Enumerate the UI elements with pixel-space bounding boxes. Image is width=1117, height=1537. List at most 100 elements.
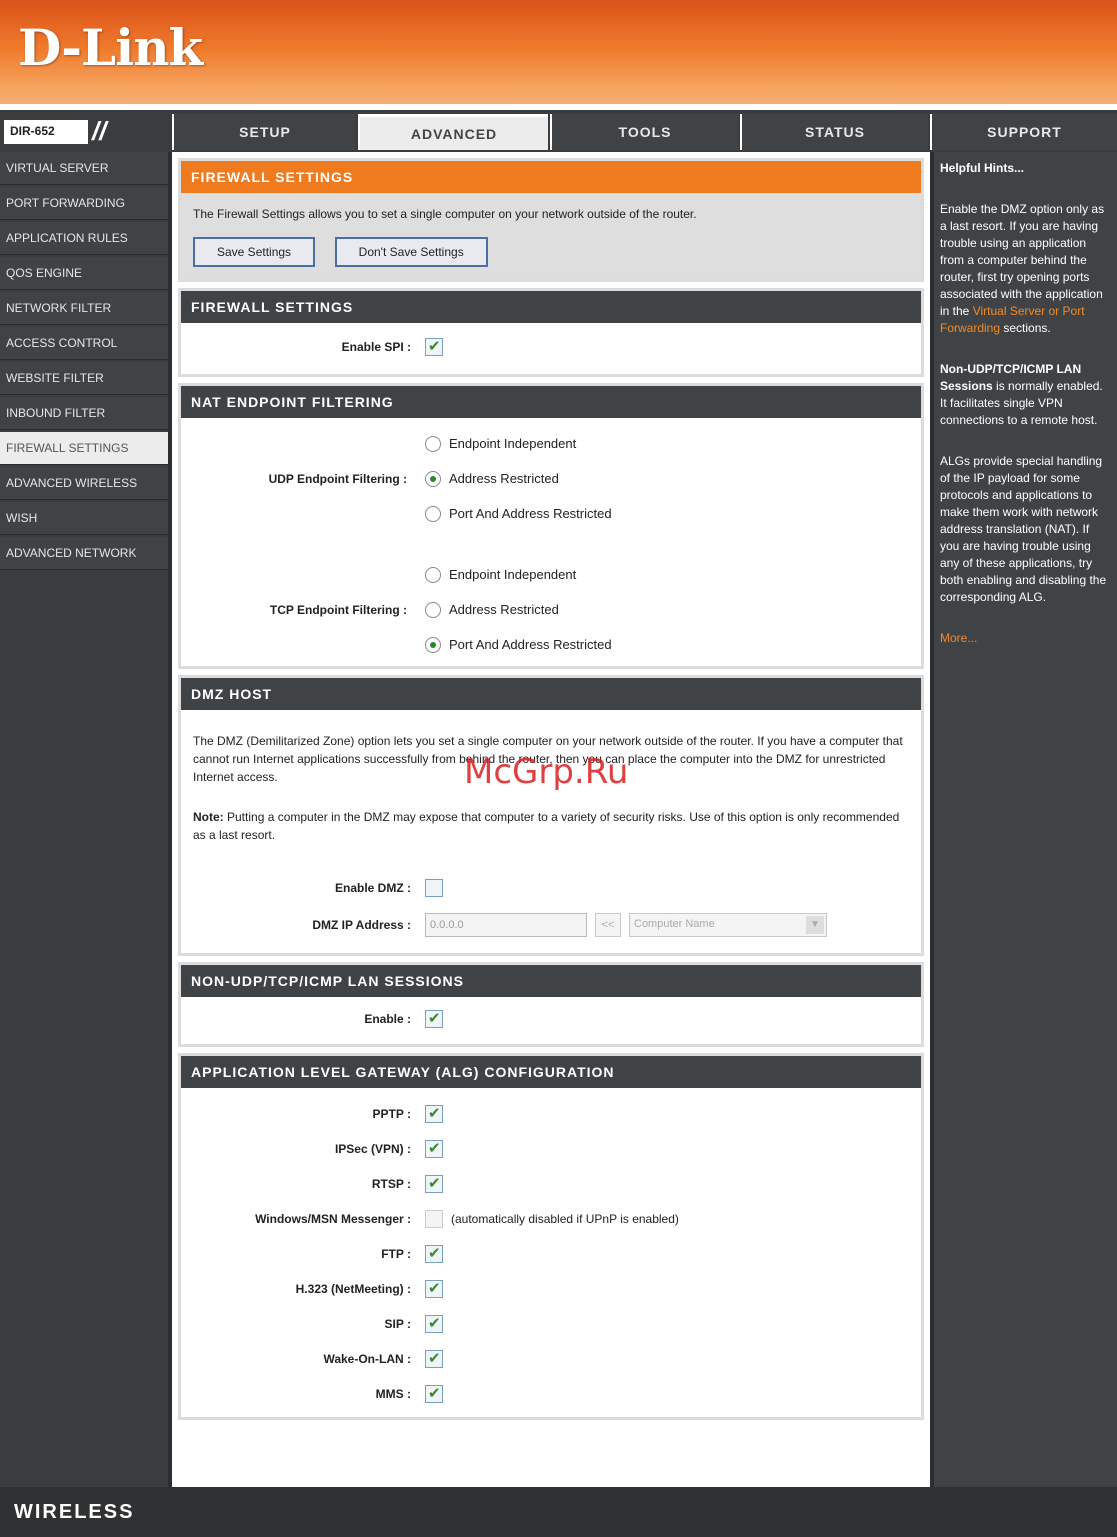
menu-item-wish[interactable]: WISH — [0, 502, 168, 535]
intro-text: The Firewall Settings allows you to set … — [193, 207, 697, 221]
menu-item-access-control[interactable]: ACCESS CONTROL — [0, 327, 168, 360]
alg-checkbox-wol[interactable] — [425, 1349, 443, 1368]
firewall-section: FIREWALL SETTINGS Enable SPI : — [178, 288, 924, 377]
menu-item-advanced-network[interactable]: ADVANCED NETWORK — [0, 537, 168, 570]
radio-icon[interactable] — [425, 435, 441, 452]
dont-save-settings-button[interactable]: Don't Save Settings — [334, 237, 488, 267]
alg-checkbox-rtsp[interactable] — [425, 1174, 443, 1193]
model-slash-icon: // — [92, 116, 107, 146]
alg-row-rtsp: RTSP : — [181, 1166, 921, 1201]
tab-setup[interactable]: SETUP — [172, 114, 356, 150]
dmz-ip-row: DMZ IP Address : << Computer Name▼ — [181, 905, 921, 945]
enable-dmz-label: Enable DMZ : — [334, 880, 411, 895]
menu-item-advanced-wireless[interactable]: ADVANCED WIRELESS — [0, 467, 168, 500]
radio-selected-icon[interactable] — [425, 470, 441, 487]
hints-alg: ALGs provide special handling of the IP … — [940, 454, 1107, 604]
save-settings-button[interactable]: Save Settings — [193, 237, 316, 267]
computer-name-select[interactable]: Computer Name ▼ — [629, 913, 827, 937]
menu-item-firewall-settings[interactable]: FIREWALL SETTINGS — [0, 432, 168, 465]
tab-status[interactable]: STATUS — [740, 114, 928, 150]
model-box: DIR-652 // — [0, 114, 168, 150]
lan-sessions-section: NON-UDP/TCP/ICMP LAN SESSIONS Enable : — [178, 962, 924, 1047]
udp-filtering-group: UDP Endpoint Filtering : Endpoint Indepe… — [181, 426, 921, 531]
intro-section: FIREWALL SETTINGS The Firewall Settings … — [178, 158, 924, 282]
spi-label: Enable SPI : — [341, 339, 411, 354]
tcp-filtering-group: TCP Endpoint Filtering : Endpoint Indepe… — [181, 557, 921, 662]
lan-sessions-title: NON-UDP/TCP/ICMP LAN SESSIONS — [181, 965, 921, 997]
alg-checkbox-ipsec[interactable] — [425, 1139, 443, 1158]
alg-row-wol: Wake-On-LAN : — [181, 1341, 921, 1376]
main-content: FIREWALL SETTINGS The Firewall Settings … — [172, 152, 930, 1487]
hints-title: Helpful Hints... — [940, 161, 1024, 175]
alg-title: APPLICATION LEVEL GATEWAY (ALG) CONFIGUR… — [181, 1056, 921, 1088]
enable-dmz-row: Enable DMZ : — [181, 870, 921, 905]
alg-checkbox-msn[interactable] — [425, 1209, 443, 1228]
alg-checkbox-sip[interactable] — [425, 1314, 443, 1333]
alg-row-ftp: FTP : — [181, 1236, 921, 1271]
menu-item-network-filter[interactable]: NETWORK FILTER — [0, 292, 168, 325]
left-menu: VIRTUAL SERVER PORT FORWARDING APPLICATI… — [0, 152, 168, 572]
tcp-filtering-label: TCP Endpoint Filtering : — [269, 602, 407, 617]
alg-checkbox-mms[interactable] — [425, 1384, 443, 1403]
menu-item-virtual-server[interactable]: VIRTUAL SERVER — [0, 152, 168, 185]
udp-option-address-restricted[interactable]: Address Restricted — [425, 461, 612, 496]
udp-option-port-address-restricted[interactable]: Port And Address Restricted — [425, 496, 612, 531]
menu-item-website-filter[interactable]: WEBSITE FILTER — [0, 362, 168, 395]
alg-checkbox-h323[interactable] — [425, 1279, 443, 1298]
dmz-note: Note: Putting a computer in the DMZ may … — [193, 810, 900, 842]
wireless-logo: WIRELESS — [14, 1501, 135, 1523]
dlink-logo: D-Link — [18, 18, 203, 77]
nat-section: NAT ENDPOINT FILTERING UDP Endpoint Filt… — [178, 383, 924, 669]
tab-tools[interactable]: TOOLS — [550, 114, 738, 150]
copy-computer-button[interactable]: << — [595, 913, 621, 937]
intro-body: The Firewall Settings allows you to set … — [181, 193, 921, 279]
radio-icon[interactable] — [425, 505, 441, 522]
radio-icon[interactable] — [425, 601, 441, 618]
alg-row-msn: Windows/MSN Messenger : (automatically di… — [255, 1209, 679, 1228]
footer: WIRELESS — [0, 1487, 1117, 1537]
header-banner: D-Link — [0, 0, 1117, 108]
radio-icon[interactable] — [425, 566, 441, 583]
tcp-option-port-address-restricted[interactable]: Port And Address Restricted — [425, 627, 612, 662]
nat-title: NAT ENDPOINT FILTERING — [181, 386, 921, 418]
msn-note: (automatically disabled if UPnP is enabl… — [451, 1211, 679, 1226]
tcp-option-endpoint-independent[interactable]: Endpoint Independent — [425, 557, 612, 592]
hints-more-link[interactable]: More... — [940, 630, 1111, 647]
radio-selected-icon[interactable] — [425, 636, 441, 653]
enable-dmz-checkbox[interactable] — [425, 878, 443, 897]
dmz-title: DMZ HOST — [181, 678, 921, 710]
dmz-section: DMZ HOST The DMZ (Demilitarized Zone) op… — [178, 675, 924, 956]
udp-filtering-label: UDP Endpoint Filtering : — [268, 471, 407, 486]
dmz-ip-label: DMZ IP Address : — [312, 918, 411, 932]
alg-row-pptp: PPTP : — [181, 1096, 921, 1131]
helpful-hints-panel: Helpful Hints... Enable the DMZ option o… — [930, 152, 1117, 1487]
udp-option-endpoint-independent[interactable]: Endpoint Independent — [425, 426, 612, 461]
lan-sessions-checkbox[interactable] — [425, 1009, 443, 1028]
tab-advanced[interactable]: ADVANCED — [358, 114, 548, 150]
lan-sessions-row: Enable : — [181, 1001, 921, 1036]
menu-item-inbound-filter[interactable]: INBOUND FILTER — [0, 397, 168, 430]
menu-item-application-rules[interactable]: APPLICATION RULES — [0, 222, 168, 255]
menu-item-qos-engine[interactable]: QOS ENGINE — [0, 257, 168, 290]
hints-dmz: Enable the DMZ option only as a last res… — [940, 202, 1105, 335]
top-nav: DIR-652 // SETUP ADVANCED TOOLS STATUS S… — [0, 110, 1117, 152]
tab-support[interactable]: SUPPORT — [930, 114, 1117, 150]
intro-title: FIREWALL SETTINGS — [181, 161, 921, 193]
alg-row-sip: SIP : — [181, 1306, 921, 1341]
hints-lan-sessions: Non-UDP/TCP/ICMP LAN Sessions is normall… — [940, 362, 1103, 427]
dmz-ip-input[interactable] — [425, 913, 587, 937]
spi-row: Enable SPI : — [181, 329, 921, 364]
spi-checkbox[interactable] — [425, 337, 443, 356]
watermark: McGrp.Ru — [464, 752, 629, 792]
tcp-option-address-restricted[interactable]: Address Restricted — [425, 592, 612, 627]
alg-checkbox-ftp[interactable] — [425, 1244, 443, 1263]
lan-sessions-label: Enable : — [364, 1011, 411, 1026]
model-label: DIR-652 — [4, 120, 88, 144]
alg-row-ipsec: IPSec (VPN) : — [181, 1131, 921, 1166]
alg-checkbox-pptp[interactable] — [425, 1104, 443, 1123]
menu-item-port-forwarding[interactable]: PORT FORWARDING — [0, 187, 168, 220]
alg-section: APPLICATION LEVEL GATEWAY (ALG) CONFIGUR… — [178, 1053, 924, 1420]
chevron-down-icon[interactable]: ▼ — [806, 916, 824, 934]
alg-row-h323: H.323 (NetMeeting) : — [181, 1271, 921, 1306]
alg-row-mms: MMS : — [181, 1376, 921, 1411]
